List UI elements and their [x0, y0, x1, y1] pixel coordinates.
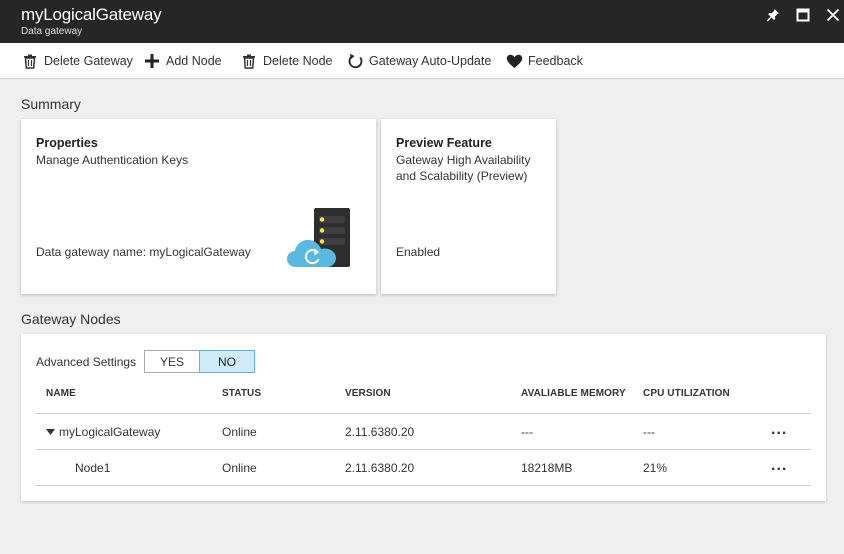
- row-version: 2.11.6380.20: [345, 461, 415, 475]
- heart-icon: [505, 52, 523, 70]
- maximize-icon: [796, 8, 810, 22]
- refresh-icon: [346, 52, 364, 70]
- title-bar: myLogicalGateway Data gateway: [0, 0, 844, 43]
- preview-feature-title: Preview Feature: [396, 136, 492, 150]
- blade-subtitle: Data gateway: [21, 26, 83, 37]
- delete-node-label: Delete Node: [263, 54, 333, 68]
- blade-title: myLogicalGateway: [21, 5, 162, 24]
- row-status: Online: [222, 425, 257, 439]
- row-cpu: 21%: [643, 461, 668, 475]
- properties-tile[interactable]: Properties Manage Authentication Keys Da…: [21, 119, 376, 294]
- gateway-auto-update-button[interactable]: Gateway Auto-Update: [346, 43, 491, 79]
- properties-subtitle: Manage Authentication Keys: [36, 153, 189, 167]
- column-header-status[interactable]: STATUS: [222, 388, 261, 399]
- trash-icon: [21, 52, 39, 70]
- add-node-button[interactable]: Add Node: [143, 43, 222, 79]
- delete-gateway-label: Delete Gateway: [44, 54, 133, 68]
- gateway-name-text: Data gateway name: myLogicalGateway: [36, 245, 251, 259]
- row-version: 2.11.6380.20: [345, 425, 415, 439]
- advanced-settings-yes-button[interactable]: YES: [144, 350, 200, 373]
- pin-icon: [767, 9, 779, 22]
- row-status: Online: [222, 461, 257, 475]
- plus-icon: [143, 52, 161, 70]
- column-header-version[interactable]: VERSION: [345, 388, 391, 399]
- header-divider: [36, 413, 811, 414]
- row-more-button[interactable]: ...: [771, 457, 787, 475]
- properties-title: Properties: [36, 136, 98, 150]
- advanced-settings-label: Advanced Settings: [36, 355, 137, 369]
- delete-gateway-button[interactable]: Delete Gateway: [21, 43, 133, 79]
- advanced-settings-no-button[interactable]: NO: [199, 350, 255, 373]
- close-button[interactable]: [823, 6, 843, 24]
- summary-heading: Summary: [21, 96, 81, 112]
- maximize-button[interactable]: [793, 6, 813, 24]
- row-divider: [36, 485, 811, 486]
- gateway-nodes-panel: Advanced Settings YES NO NAME STATUS VER…: [21, 334, 826, 501]
- preview-feature-subtitle: Gateway High Availability and Scalabilit…: [396, 153, 531, 183]
- row-name: Node1: [75, 461, 111, 475]
- caret-down-icon[interactable]: [46, 429, 55, 436]
- feedback-label: Feedback: [528, 54, 583, 68]
- row-memory: 18218MB: [521, 461, 573, 475]
- close-icon: [826, 8, 840, 22]
- row-cpu: ---: [643, 425, 655, 439]
- row-more-button[interactable]: ...: [771, 421, 787, 439]
- preview-status-text: Enabled: [396, 245, 441, 259]
- row-memory: ---: [521, 425, 533, 439]
- pin-button[interactable]: [763, 6, 783, 24]
- feedback-button[interactable]: Feedback: [505, 43, 583, 79]
- trash-icon: [240, 52, 258, 70]
- delete-node-button[interactable]: Delete Node: [240, 43, 333, 79]
- column-header-cpu[interactable]: CPU UTILIZATION: [643, 388, 730, 399]
- preview-feature-tile[interactable]: Preview Feature Gateway High Availabilit…: [381, 119, 556, 294]
- auto-update-label: Gateway Auto-Update: [369, 54, 492, 68]
- row-name: myLogicalGateway: [59, 425, 161, 439]
- gateway-nodes-heading: Gateway Nodes: [21, 311, 121, 327]
- column-header-name[interactable]: NAME: [46, 388, 76, 399]
- data-gateway-icon: [287, 208, 350, 267]
- add-node-label: Add Node: [166, 54, 222, 68]
- row-divider: [36, 449, 811, 450]
- column-header-memory[interactable]: AVALIABLE MEMORY: [521, 388, 626, 399]
- command-bar: Delete Gateway Add Node Delete Node Gate…: [0, 43, 844, 79]
